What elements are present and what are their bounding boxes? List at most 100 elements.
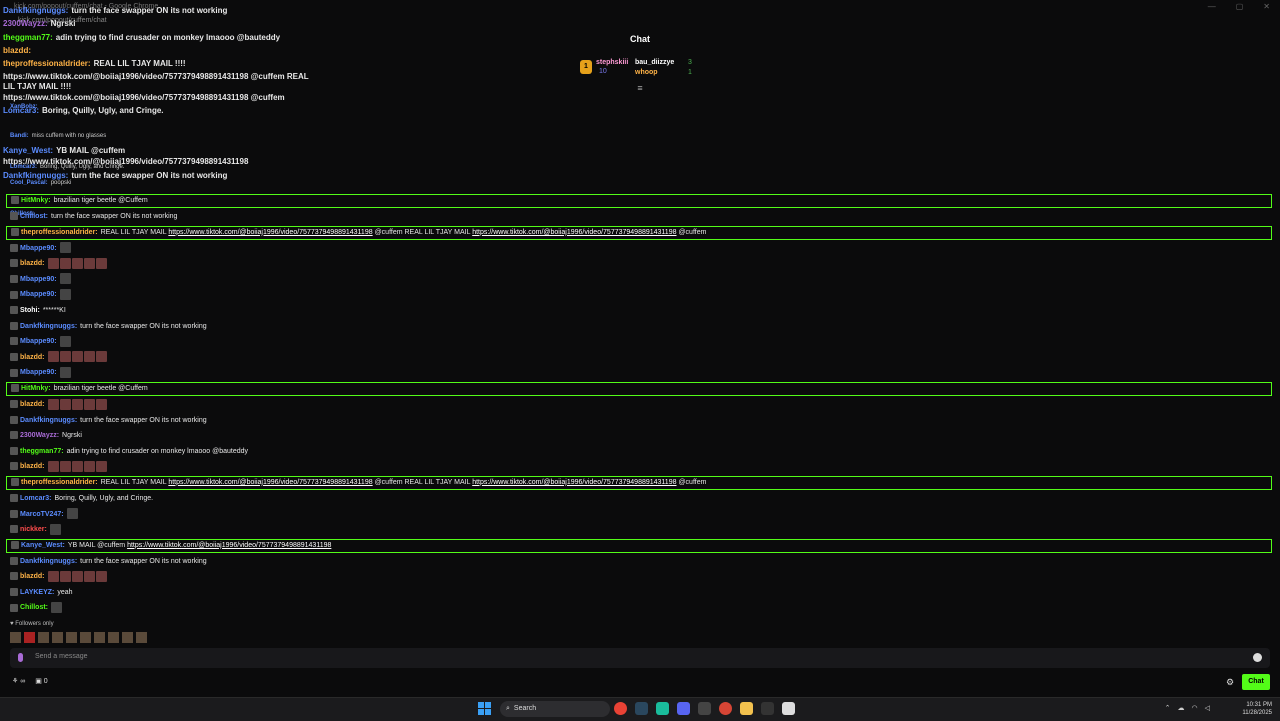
emote-icon[interactable]	[136, 632, 147, 643]
overlay-username[interactable]: Dankfkingnuggs:	[3, 171, 68, 180]
overlay-username[interactable]: blazdd:	[3, 46, 31, 55]
overlay-small-message: Lomcar3: Boring, Quilly, Ugly, and Cringe…	[10, 164, 125, 170]
chat-message-text: @cuffem REAL LIL TJAY MAIL	[372, 478, 473, 486]
minimize-icon[interactable]: —	[1208, 2, 1216, 11]
chat-link[interactable]: https://www.tiktok.com/@boiiaj1996/video…	[472, 229, 676, 236]
windows-start-icon[interactable]	[478, 702, 492, 716]
user-badge-icon	[10, 462, 18, 471]
chat-username[interactable]: blazdd:	[20, 463, 45, 470]
user-badge-icon	[10, 415, 18, 424]
overlay-small-username[interactable]: Cool_Pascal:	[10, 180, 48, 186]
chat-username[interactable]: MarcoTV247:	[20, 511, 64, 518]
emote-icon[interactable]	[122, 632, 133, 643]
chat-username[interactable]: LAYKEYZ:	[20, 589, 54, 596]
overlay-username[interactable]: theproffessionaldrider:	[3, 59, 91, 68]
chat-link[interactable]: https://www.tiktok.com/@boiiaj1996/video…	[168, 479, 372, 486]
maximize-icon[interactable]: ▢	[1236, 2, 1244, 11]
message-input[interactable]: Send a message	[35, 653, 88, 660]
cloud-icon[interactable]: ☁	[1178, 704, 1185, 712]
chat-username[interactable]: blazdd:	[20, 354, 45, 361]
emote-icon	[95, 257, 107, 269]
chat-username[interactable]: Mbappe90:	[20, 276, 57, 283]
emoji-picker-icon[interactable]	[1253, 653, 1262, 662]
overlay-username[interactable]: Dankfkingnuggs:	[3, 6, 68, 15]
overlay-username[interactable]: 2300Wayzz:	[3, 19, 48, 28]
wifi-icon[interactable]: ◠	[1192, 704, 1198, 712]
chat-username[interactable]: HitMnky:	[21, 197, 51, 204]
chat-message-text: @cuffem REAL LIL TJAY MAIL	[372, 228, 473, 236]
emote-icon[interactable]	[108, 632, 119, 643]
chat-username[interactable]: Dankfkingnuggs:	[20, 558, 77, 565]
user-badge-icon	[10, 588, 18, 597]
chat-username[interactable]: Mbappe90:	[20, 338, 57, 345]
chat-username[interactable]: blazdd:	[20, 573, 45, 580]
steam-icon[interactable]	[635, 702, 648, 715]
chat-username[interactable]: Stohi:	[20, 307, 40, 314]
chat-link[interactable]: https://www.tiktok.com/@boiiaj1996/video…	[472, 479, 676, 486]
emote-icon[interactable]	[80, 632, 91, 643]
chat-username[interactable]: Chillost:	[20, 604, 48, 611]
leaderboard-top-user[interactable]: stephskiii	[596, 59, 628, 66]
emote-icon	[59, 570, 71, 582]
chat-username[interactable]: blazdd:	[20, 260, 45, 267]
window-controls: — ▢ ✕	[1208, 2, 1270, 11]
chat-link[interactable]: https://www.tiktok.com/@boiiaj1996/video…	[127, 542, 331, 549]
taskbar-search-label: Search	[513, 705, 537, 712]
chat-username[interactable]: Kanye_West:	[21, 542, 65, 549]
overlay-message-text: https://www.tiktok.com/@boiiaj1996/video…	[3, 93, 285, 102]
chat-username[interactable]: Mbappe90:	[20, 369, 57, 376]
chat-username[interactable]: theproffessionaldrider:	[21, 229, 98, 236]
chat-link[interactable]: https://www.tiktok.com/@boiiaj1996/video…	[168, 229, 372, 236]
leaderboard-user[interactable]: bau_diizzye	[635, 59, 674, 66]
volume-icon[interactable]: ◁	[1205, 704, 1210, 712]
app-icon[interactable]	[656, 702, 669, 715]
folder-icon[interactable]	[740, 702, 753, 715]
emote-icon	[71, 257, 83, 269]
chat-username[interactable]: Dankfkingnuggs:	[20, 417, 77, 424]
chevron-up-icon[interactable]: ⌃	[1165, 704, 1171, 712]
discord-icon[interactable]	[677, 702, 690, 715]
viewers-stat[interactable]: ⚘ ∞	[12, 677, 25, 685]
emote-icon[interactable]	[38, 632, 49, 643]
overlay-small-username[interactable]: XanBobz:	[10, 104, 38, 110]
close-icon[interactable]: ✕	[1263, 2, 1270, 11]
taskbar-clock[interactable]: 10:31 PM 11/28/2025	[1242, 701, 1272, 717]
overlay-small-username[interactable]: Bandi:	[10, 133, 29, 139]
emote-icon[interactable]	[10, 632, 21, 643]
app-icon[interactable]	[698, 702, 711, 715]
chat-username[interactable]: theproffessionaldrider:	[21, 479, 98, 486]
taskbar-search[interactable]: ⌕ Search	[500, 701, 610, 717]
chat-username[interactable]: HitMnky:	[21, 385, 51, 392]
chat-username[interactable]: Chillost:	[20, 213, 48, 220]
chat-username[interactable]: nickker:	[20, 526, 47, 533]
app-icon[interactable]	[782, 702, 795, 715]
emote-icon[interactable]	[66, 632, 77, 643]
chat-username[interactable]: Mbappe90:	[20, 245, 57, 252]
chat-username[interactable]: Mbappe90:	[20, 291, 57, 298]
send-chat-button[interactable]: Chat	[1242, 674, 1270, 690]
chat-username[interactable]: Dankfkingnuggs:	[20, 323, 77, 330]
overlay-username[interactable]: Kanye_West:	[3, 146, 53, 155]
overlay-username[interactable]: theggman77:	[3, 33, 53, 42]
terminal-icon[interactable]	[761, 702, 774, 715]
chrome-icon[interactable]	[614, 702, 627, 715]
settings-gear-icon[interactable]: ⚙	[1226, 677, 1234, 688]
microphone-icon[interactable]	[18, 653, 23, 662]
leaderboard-user[interactable]: whoop	[635, 69, 658, 76]
emote-icon	[71, 570, 83, 582]
emote-icon[interactable]	[24, 632, 35, 643]
chat-username[interactable]: Lomcar3:	[20, 495, 52, 502]
overlay-message-text: https://www.tiktok.com/@boiiaj1996/video…	[3, 72, 309, 81]
user-badge-icon	[10, 321, 18, 330]
pinned-toggle-icon[interactable]: ≡	[634, 84, 646, 93]
overlay-small-username[interactable]: Lomcar3:	[10, 164, 37, 170]
chat-username[interactable]: theggman77:	[20, 448, 64, 455]
emote-icon[interactable]	[52, 632, 63, 643]
chrome-icon[interactable]	[719, 702, 732, 715]
emote-icon[interactable]	[94, 632, 105, 643]
chat-username[interactable]: 2300Wayzz:	[20, 432, 59, 439]
points-stat[interactable]: ▣ 0	[35, 677, 47, 685]
chat-username[interactable]: blazdd:	[20, 401, 45, 408]
user-badge-icon	[10, 306, 18, 315]
chat-input-bar[interactable]: Send a message	[10, 648, 1270, 668]
